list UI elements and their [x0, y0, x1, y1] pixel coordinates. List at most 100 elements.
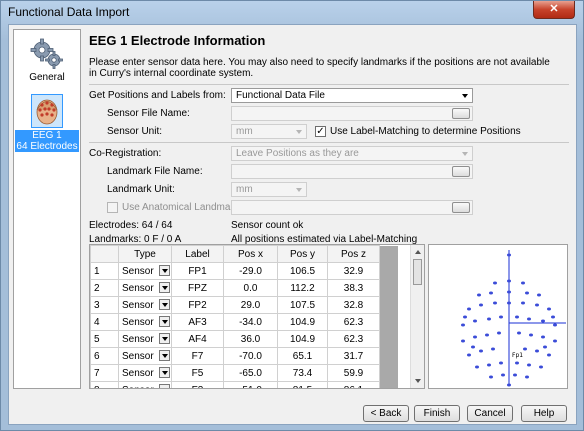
electrode-table[interactable]: Type Label Pos x Pos y Pos z 1 Sensor FP1-… [89, 244, 425, 389]
table-scrollbar[interactable] [410, 245, 424, 388]
table-row[interactable]: 7 Sensor F5 -65.0 73.4 59.9 [90, 364, 398, 382]
electrode-dot[interactable] [507, 301, 511, 305]
electrode-dot[interactable] [521, 301, 525, 305]
row-type[interactable]: Sensor [118, 296, 172, 314]
row-pos-x[interactable]: 0.0 [223, 279, 278, 297]
electrode-dot[interactable] [467, 307, 471, 311]
row-pos-y[interactable]: 104.9 [277, 330, 328, 348]
row-type[interactable]: Sensor [118, 347, 172, 365]
electrode-dot[interactable] [507, 253, 511, 257]
row-pos-y[interactable]: 106.5 [277, 262, 328, 280]
row-pos-x[interactable]: -29.0 [223, 262, 278, 280]
row-pos-x[interactable]: 36.0 [223, 330, 278, 348]
row-label[interactable]: F7 [171, 347, 224, 365]
scroll-thumb[interactable] [413, 259, 422, 285]
row-pos-y[interactable]: 104.9 [277, 313, 328, 331]
row-type[interactable]: Sensor [118, 381, 172, 388]
row-label[interactable]: FPZ [171, 279, 224, 297]
column-header-pos-x[interactable]: Pos x [223, 245, 278, 263]
electrode-dot[interactable] [461, 323, 465, 327]
back-button[interactable]: < Back [363, 405, 409, 422]
table-row[interactable]: 4 Sensor AF3 -34.0 104.9 62.3 [90, 313, 398, 331]
row-type[interactable]: Sensor [118, 279, 172, 297]
row-pos-y[interactable]: 65.1 [277, 347, 328, 365]
help-button[interactable]: Help [521, 405, 567, 422]
landmark-file-field[interactable] [231, 164, 473, 179]
title-bar[interactable]: Functional Data Import ✕ [1, 1, 583, 23]
electrode-dot[interactable] [541, 335, 545, 339]
electrode-dot[interactable] [497, 331, 501, 335]
nav-item-eeg[interactable]: EEG 1 64 Electrodes [14, 94, 80, 152]
electrode-dot[interactable] [485, 333, 489, 337]
row-pos-z[interactable]: 62.3 [327, 330, 380, 348]
row-label[interactable]: AF4 [171, 330, 224, 348]
electrode-dot[interactable] [527, 317, 531, 321]
label-matching-checkbox[interactable]: ✓ [315, 126, 326, 137]
nav-item-general[interactable]: General [14, 38, 80, 83]
coreg-dropdown[interactable]: Leave Positions as they are [231, 146, 473, 161]
electrode-dot[interactable] [507, 290, 511, 294]
row-pos-z[interactable]: 86.1 [327, 381, 380, 388]
electrode-dot[interactable] [493, 281, 497, 285]
row-pos-z[interactable]: 59.9 [327, 364, 380, 382]
electrode-dot[interactable] [507, 383, 511, 387]
electrode-dot[interactable] [547, 353, 551, 357]
row-pos-z[interactable]: 31.7 [327, 347, 380, 365]
table-row[interactable]: 2 Sensor FPZ 0.0 112.2 38.3 [90, 279, 398, 297]
electrode-dot[interactable] [461, 339, 465, 343]
electrode-dot[interactable] [499, 361, 503, 365]
electrode-dot[interactable] [507, 279, 511, 283]
chevron-down-icon[interactable] [159, 384, 170, 388]
electrode-dot[interactable] [539, 365, 543, 369]
row-label[interactable]: FP2 [171, 296, 224, 314]
sensor-file-field[interactable] [231, 106, 473, 121]
browse-folder-button[interactable] [452, 166, 470, 177]
electrode-dot[interactable] [529, 333, 533, 337]
electrode-dot[interactable] [487, 317, 491, 321]
electrode-dot[interactable] [473, 335, 477, 339]
row-pos-y[interactable]: 81.5 [277, 381, 328, 388]
column-header-pos-y[interactable]: Pos y [277, 245, 328, 263]
electrode-dot[interactable] [479, 303, 483, 307]
electrode-dot[interactable] [535, 349, 539, 353]
electrode-dot[interactable] [527, 363, 531, 367]
row-type[interactable]: Sensor [118, 262, 172, 280]
anatomical-landmark-checkbox[interactable] [107, 202, 118, 213]
electrode-dot[interactable] [521, 281, 525, 285]
scroll-down-icon[interactable] [415, 379, 421, 383]
electrode-dot[interactable] [513, 373, 517, 377]
column-header-type[interactable]: Type [118, 245, 172, 263]
row-label[interactable]: F5 [171, 364, 224, 382]
anatomical-landmark-field[interactable] [231, 200, 473, 215]
electrode-dot[interactable] [525, 291, 529, 295]
column-header-label[interactable]: Label [171, 245, 224, 263]
electrode-dot[interactable] [553, 323, 557, 327]
finish-button[interactable]: Finish [414, 405, 460, 422]
electrode-dot[interactable] [493, 301, 497, 305]
column-header-pos-z[interactable]: Pos z [327, 245, 380, 263]
table-row[interactable]: 3 Sensor FP2 29.0 107.5 32.8 [90, 296, 398, 314]
electrode-dot[interactable] [475, 365, 479, 369]
chevron-down-icon[interactable] [159, 316, 170, 327]
electrode-dot[interactable] [535, 303, 539, 307]
table-row[interactable]: 1 Sensor FP1 -29.0 106.5 32.9 [90, 262, 398, 280]
electrode-dot[interactable] [523, 347, 527, 351]
electrode-dot[interactable] [471, 345, 475, 349]
electrode-dot[interactable] [467, 353, 471, 357]
row-pos-x[interactable]: -70.0 [223, 347, 278, 365]
browse-folder-button[interactable] [452, 202, 470, 213]
chevron-down-icon[interactable] [159, 299, 170, 310]
browse-folder-button[interactable] [452, 108, 470, 119]
chevron-down-icon[interactable] [159, 333, 170, 344]
electrode-dot[interactable] [537, 293, 541, 297]
chevron-down-icon[interactable] [159, 350, 170, 361]
electrode-dot[interactable] [489, 291, 493, 295]
electrode-dot[interactable] [487, 363, 491, 367]
electrode-dot[interactable] [499, 315, 503, 319]
electrode-dot[interactable] [489, 375, 493, 379]
electrode-dot[interactable] [491, 347, 495, 351]
table-row[interactable]: 8Sensor F3-51.081.586.1 [90, 381, 398, 388]
electrode-dot[interactable] [553, 339, 557, 343]
chevron-down-icon[interactable] [159, 367, 170, 378]
row-label[interactable]: F3 [171, 381, 224, 388]
